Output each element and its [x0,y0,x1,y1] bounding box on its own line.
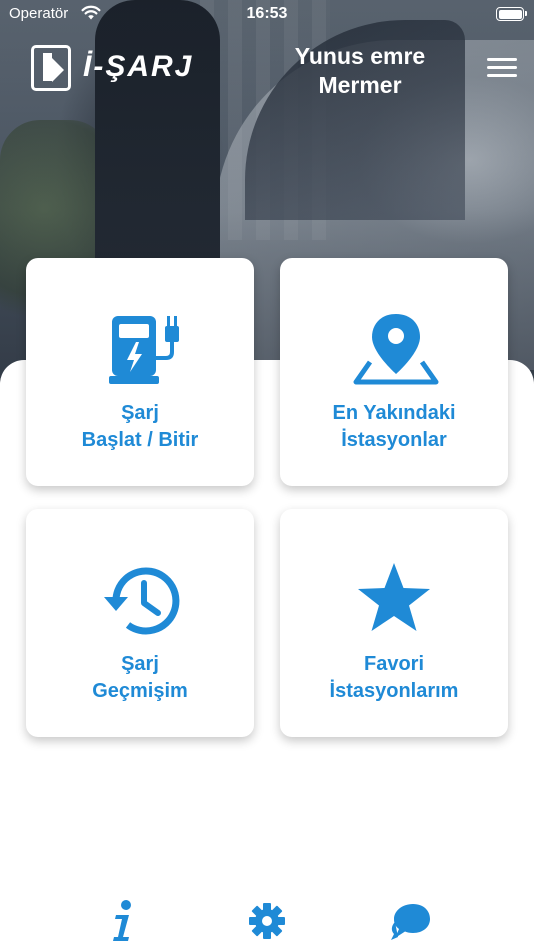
menu-line [487,58,517,61]
card-label-line: Favori [363,653,425,675]
start-stop-charging-card[interactable]: Şarj Başlat / Bitir [26,258,254,486]
status-time: 16:53 [246,5,288,22]
card-label-line: Şarj [121,402,159,424]
menu-line [487,74,517,77]
card-label: Şarj Başlat / Bitir [26,400,254,454]
battery-icon [496,7,527,21]
menu-line [487,66,517,69]
card-label: Favori İstasyonlarım [280,651,508,705]
user-name-last: Mermer [318,72,402,98]
info-icon [113,900,131,941]
map-pin-icon [353,314,439,385]
card-label-line: En Yakındaki [332,402,456,424]
settings-tab[interactable] [242,898,292,944]
user-name: Yunus emre Mermer [270,42,450,100]
favorite-stations-card[interactable]: Favori İstasyonlarım [280,509,508,737]
chat-bubble-icon [391,904,430,940]
charging-station-icon [109,316,179,384]
status-bar: Operatör 16:53 [0,0,534,28]
card-label-line: Başlat / Bitir [81,429,199,451]
nearest-stations-card[interactable]: En Yakındaki İstasyonlar [280,258,508,486]
card-label-line: İstasyonlarım [329,680,459,702]
card-label: Şarj Geçmişim [26,651,254,705]
chat-tab[interactable] [386,898,436,944]
card-label-line: Geçmişim [92,680,188,702]
logo-mark-icon [31,45,71,91]
hamburger-menu-icon[interactable] [487,58,517,82]
star-icon [358,563,430,631]
gear-icon [249,903,285,939]
card-label: En Yakındaki İstasyonlar [280,400,508,454]
history-icon [104,567,180,635]
info-tab[interactable] [99,898,149,944]
bottom-tab-bar [0,890,534,950]
card-label-line: Şarj [121,653,159,675]
app-logo: İ-ŞARJ [31,45,221,95]
card-label-line: İstasyonlar [341,429,447,451]
charging-history-card[interactable]: Şarj Geçmişim [26,509,254,737]
user-name-first: Yunus emre [294,43,426,69]
logo-text: İ-ŞARJ [83,50,194,83]
